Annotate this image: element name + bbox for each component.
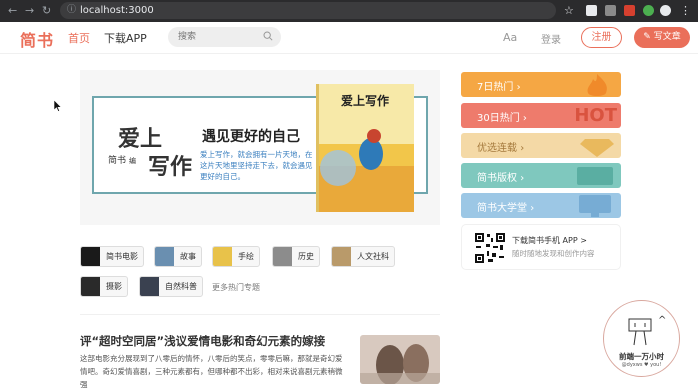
extension-red-icon[interactable] [624,5,635,16]
monitor-icon [579,195,611,217]
board-label: 简书大学堂 › [477,203,535,214]
topic-thumbnail [155,247,174,266]
search-input[interactable] [178,30,256,44]
book-cover-image: 爱上写作 [316,84,414,212]
topic-item[interactable]: 故事 [154,246,202,267]
site-header: 简书 首页 下载APP Aa 登录 注册 ✎ 写文章 [0,22,698,54]
topic-label: 历史 [298,252,314,261]
badge-tagline: @dyxws ♥ you! [621,362,662,368]
board-7day-hot[interactable]: 7日热门 › [461,72,621,97]
banner-brand-suffix: 编 [129,157,137,165]
back-to-top-icon[interactable]: ^ [658,315,666,326]
search-icon[interactable] [263,31,273,41]
bookmark-star-icon[interactable]: ☆ [564,3,574,19]
flame-icon [587,74,607,96]
article-thumbnail-image [360,335,440,384]
topic-label: 手绘 [238,252,254,261]
topic-item[interactable]: 简书电影 [80,246,144,267]
badge-name: 前端一万小时 [619,352,664,361]
article-thumbnail[interactable] [360,335,440,384]
board-featured-series[interactable]: 优选连载 › [461,133,621,158]
mouse-cursor-icon [54,100,62,112]
search-box[interactable] [168,27,281,47]
board-30day-hot[interactable]: 30日热门 › HOT [461,103,621,128]
book-cover-title: 爱上写作 [340,94,389,108]
info-icon: ⓘ [67,5,77,15]
font-size-toggle[interactable]: Aa [503,31,517,44]
topic-thumbnail [213,247,232,266]
banner-brand: 简书编 [108,153,136,166]
topic-thumbnail [81,277,100,296]
banner-slogan: 遇见更好的自己 [202,129,300,145]
forward-icon[interactable]: → [25,3,34,19]
address-text: localhost:3000 [80,5,154,16]
extension-green-icon[interactable] [643,5,654,16]
login-link[interactable]: 登录 [541,31,561,46]
extension-shield-icon[interactable] [586,5,597,16]
banner-description: 爱上写作，就会拥有一片天地，在这片天地里坚持走下去，就会遇见更好的自己。 [200,150,313,181]
topic-item[interactable]: 自然科普 [139,276,203,297]
write-label: 写文章 [653,32,681,42]
extension-vue-icon[interactable] [605,5,616,16]
topic-label: 摄影 [106,282,122,291]
board-copyright[interactable]: 简书版权 › [461,163,621,188]
nav-home-link[interactable]: 首页 [68,30,90,46]
app-download-title: 下载简书手机 APP > [512,236,587,245]
app-download-description: 随时随地发现和创作内容 [512,249,595,258]
divider [80,314,440,315]
more-topics-link[interactable]: 更多热门专题 [212,282,260,293]
browser-toolbar: ← → ↻ ⓘ localhost:3000 ☆ ⋮ [0,0,698,22]
topic-label: 人文社科 [357,252,389,261]
topic-label: 自然科普 [165,282,197,291]
write-article-button[interactable]: ✎ 写文章 [634,27,690,48]
register-button[interactable]: 注册 [581,27,622,48]
board-label: 优选连载 › [477,143,525,154]
hot-icon: HOT [574,105,617,126]
topic-thumbnail [273,247,292,266]
reload-icon[interactable]: ↻ [42,3,51,19]
profile-icon[interactable] [660,5,671,16]
keyboard-icon [577,167,613,185]
more-menu-icon[interactable]: ⋮ [680,3,691,19]
topic-label: 简书电影 [106,252,138,261]
pen-icon: ✎ [643,32,654,42]
topic-thumbnail [140,277,159,296]
topic-item[interactable]: 手绘 [212,246,260,267]
nav-download-app-link[interactable]: 下载APP [104,30,147,46]
banner-brand-name: 简书 [108,156,127,166]
diamond-icon [580,139,614,157]
address-bar[interactable]: ⓘ localhost:3000 [60,2,556,19]
board-label: 简书版权 › [477,173,525,184]
topic-thumbnail [81,247,100,266]
topic-item[interactable]: 摄影 [80,276,128,297]
board-label: 30日热门 › [477,113,527,124]
banner-title-line2: 写作 [148,154,193,180]
topic-item[interactable]: 人文社科 [331,246,395,267]
topic-label: 故事 [180,252,196,261]
watermark-badge: ^ 前端一万小时 @dyxws ♥ you! [603,300,680,377]
qr-code-image [474,232,506,264]
robot-logo [628,318,652,346]
topic-thumbnail [332,247,351,266]
site-logo[interactable]: 简书 [20,27,54,51]
topic-item[interactable]: 历史 [272,246,320,267]
back-icon[interactable]: ← [8,3,17,19]
board-university[interactable]: 简书大学堂 › [461,193,621,218]
article-abstract: 这部电影充分展现到了八零后的情怀，八零后的笑点，零零后嘛，那就是奇幻爱情吧。奇幻… [80,354,343,389]
board-label: 7日热门 › [477,82,521,93]
article-title-link[interactable]: 评“超时空同居”浅议爱情电影和奇幻元素的嫁接 [80,333,325,349]
app-download-card[interactable]: 下载简书手机 APP > 随时随地发现和创作内容 [461,224,621,270]
